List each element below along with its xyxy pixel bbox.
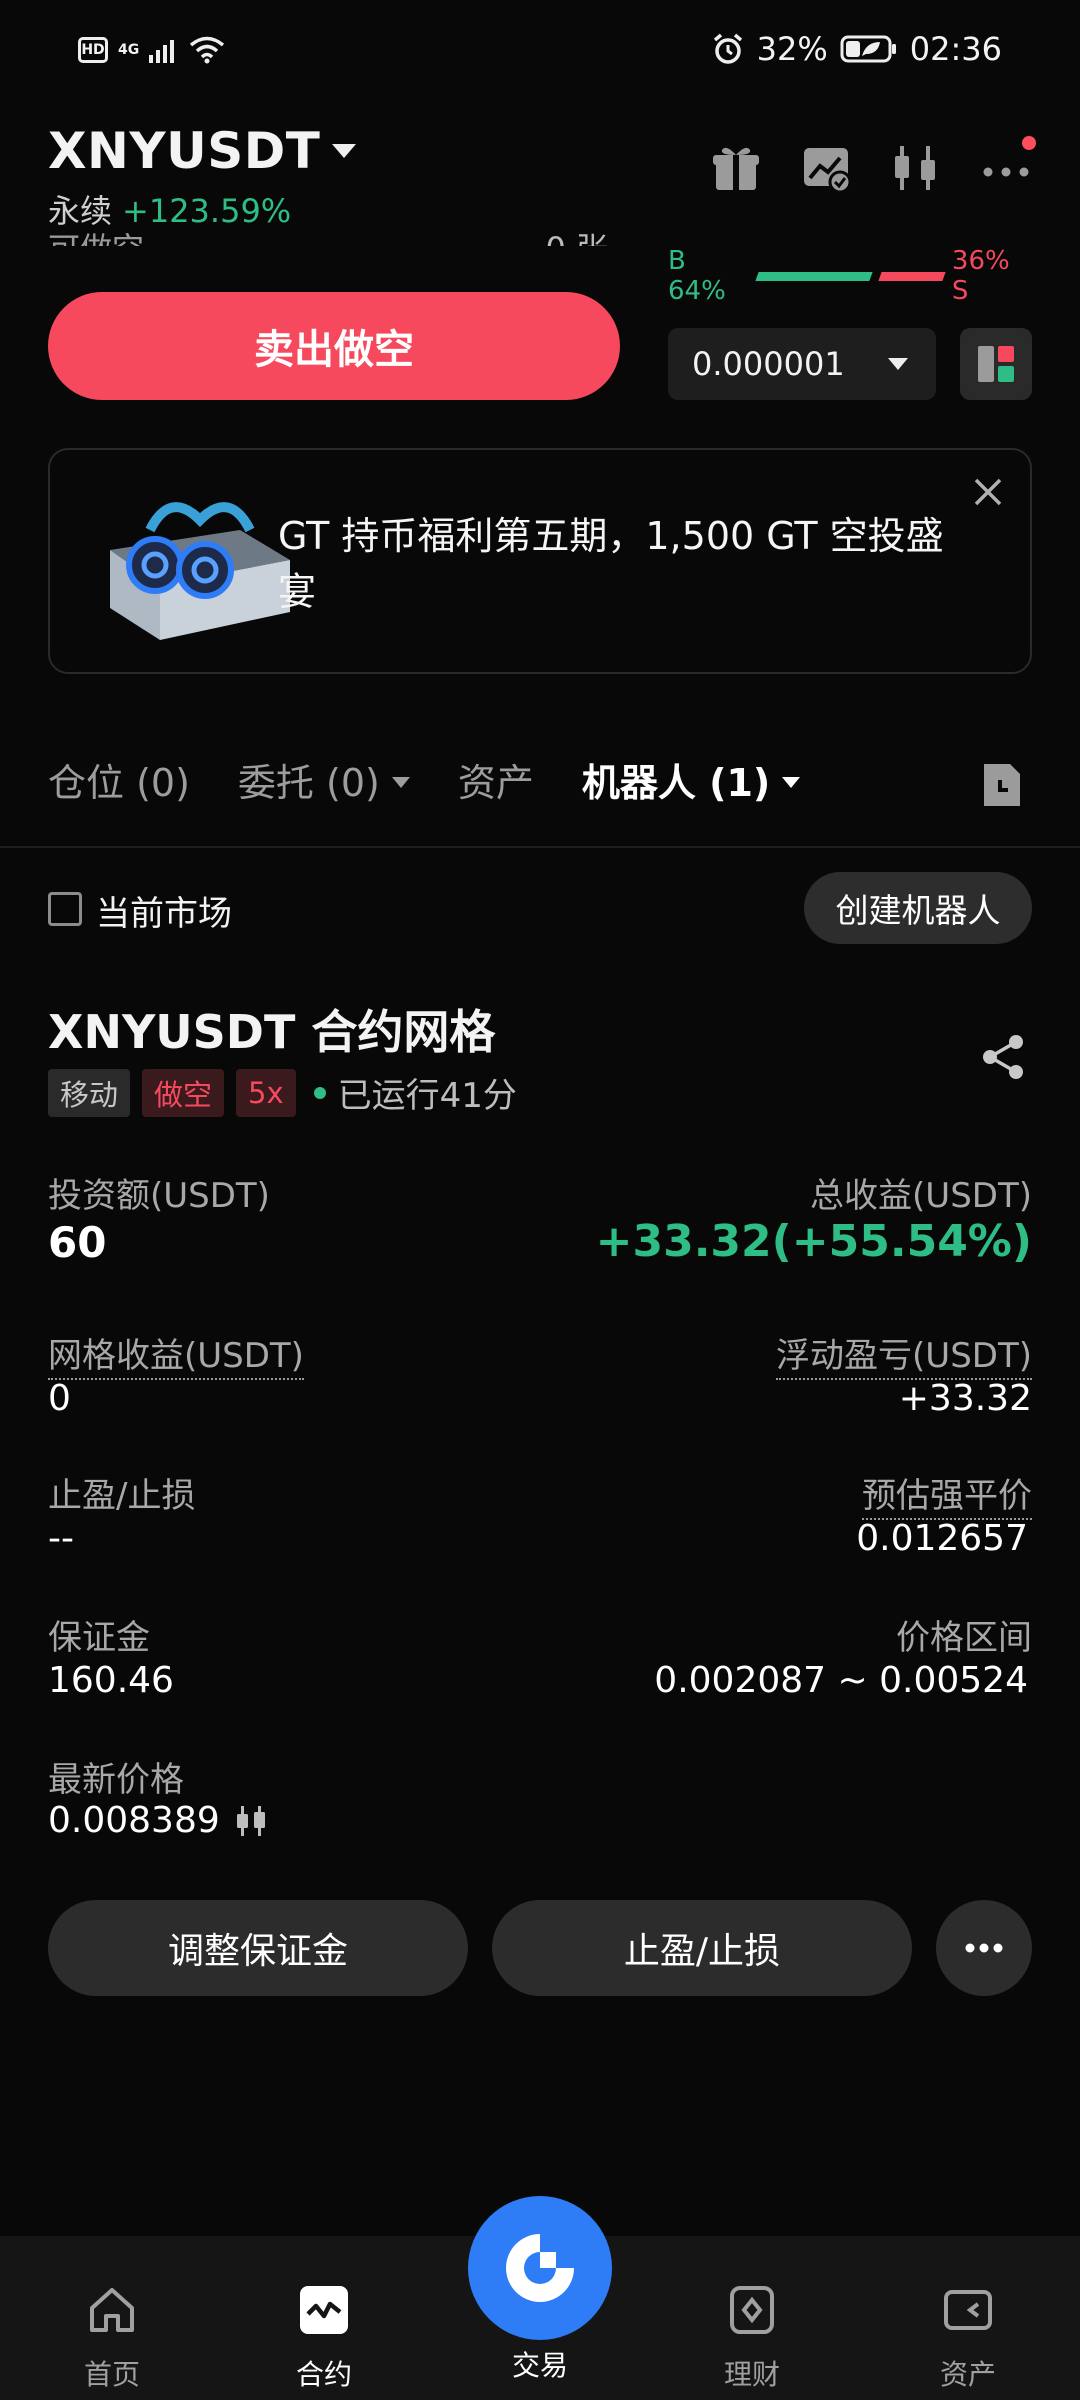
bot-tags: 移动 做空 5x 已运行41分 [48, 1068, 517, 1117]
status-bar: HD 4G 32% 02:36 [0, 0, 1080, 110]
floating-pnl-value: +33.32 [898, 1378, 1032, 1419]
status-right: 32% 02:36 [711, 30, 1002, 68]
candlestick-icon[interactable] [234, 1804, 268, 1838]
available-short-label: 可做空 [48, 230, 144, 246]
notification-dot [1022, 136, 1036, 150]
network-label: 4G [118, 42, 140, 58]
tag-mobile: 移动 [48, 1068, 131, 1117]
more-actions-button[interactable] [936, 1900, 1032, 1996]
current-market-label: 当前市场 [96, 894, 232, 934]
nav-finance[interactable]: 理财 [682, 2284, 822, 2393]
chevron-down-icon [332, 143, 357, 158]
close-icon[interactable] [968, 472, 1008, 512]
pair-name: XNYUSDT [48, 122, 321, 180]
tab-divider [0, 846, 1080, 848]
header-actions [710, 136, 1036, 194]
home-icon [90, 2288, 134, 2332]
nav-futures[interactable]: 合约 [254, 2284, 394, 2393]
wallet-icon [944, 2290, 992, 2330]
tab-bots-label: 机器人 (1) [581, 761, 771, 805]
tab-positions[interactable]: 仓位 (0) [48, 752, 190, 807]
nav-futures-label: 合约 [295, 2358, 352, 2391]
available-short-value: 0 张 [545, 224, 608, 246]
current-market-checkbox[interactable] [48, 892, 82, 926]
battery-icon [840, 35, 896, 63]
create-bot-button[interactable]: 创建机器人 [804, 872, 1032, 944]
tab-orders[interactable]: 委托 (0) [238, 752, 410, 807]
grid-profit-value: 0 [48, 1378, 71, 1419]
nav-finance-label: 理财 [723, 2358, 780, 2391]
status-left: HD 4G [78, 36, 225, 64]
floating-pnl-label[interactable]: 浮动盈亏(USDT) [776, 1336, 1032, 1380]
trade-fab-button[interactable] [468, 2196, 612, 2340]
buy-sell-ratio: B 64% 36% S [668, 246, 1032, 306]
last-price-value: 0.008389 [48, 1800, 220, 1841]
sell-ratio-bar [878, 271, 946, 281]
wifi-icon [190, 36, 225, 64]
precision-value: 0.000001 [692, 345, 845, 383]
futures-icon [300, 2286, 348, 2334]
liq-price-label[interactable]: 预估强平价 [862, 1476, 1032, 1520]
investment-value: 60 [48, 1218, 107, 1267]
tpsl-button[interactable]: 止盈/止损 [492, 1900, 912, 1996]
pair-selector[interactable]: XNYUSDT [48, 122, 357, 180]
available-short-row: 可做空 0 张 [48, 224, 608, 246]
nav-home-label: 首页 [83, 2358, 140, 2391]
investment-label: 投资额(USDT) [48, 1176, 270, 1216]
finance-icon [730, 2286, 774, 2334]
tab-orders-label: 委托 (0) [237, 761, 380, 805]
buy-ratio: B 64% [668, 246, 726, 306]
candlestick-icon[interactable] [890, 142, 942, 194]
total-profit-value: +33.32(+55.54%) [595, 1216, 1032, 1267]
buy-ratio-bar [755, 271, 874, 281]
price-range-value: 0.002087 ~ 0.00524 [654, 1660, 1028, 1701]
margin-value: 160.46 [48, 1660, 174, 1701]
price-precision-select[interactable]: 0.000001 [668, 328, 936, 400]
orderbook-layout-icon [978, 346, 1014, 382]
trade-logo-icon [506, 2234, 574, 2302]
running-time: 已运行41分 [337, 1076, 517, 1116]
total-profit-label: 总收益(USDT) [810, 1176, 1032, 1216]
margin-label: 保证金 [48, 1618, 150, 1658]
nav-assets-label: 资产 [939, 2358, 996, 2391]
nav-home[interactable]: 首页 [42, 2284, 182, 2393]
signal-icon [149, 40, 175, 63]
share-icon[interactable] [978, 1032, 1028, 1082]
liq-price-value: 0.012657 [856, 1518, 1028, 1559]
gift-box-illustration [110, 502, 290, 640]
tag-short: 做空 [142, 1068, 225, 1117]
orderbook-layout-button[interactable] [960, 328, 1032, 400]
tab-bots[interactable]: 机器人 (1) [581, 752, 801, 807]
bot-title: XNYUSDT 合约网格 [48, 1005, 496, 1059]
nav-trade-label: 交易 [511, 2349, 568, 2382]
chevron-down-icon [782, 777, 801, 788]
chevron-down-icon [391, 777, 410, 788]
promo-banner[interactable]: GT 持币福利第五期，1,500 GT 空投盛宴 [48, 448, 1032, 674]
hd-badge: HD [78, 37, 108, 63]
tpsl-label: 止盈/止损 [48, 1476, 196, 1516]
alarm-icon [713, 33, 742, 64]
grid-profit-label[interactable]: 网格收益(USDT) [48, 1336, 304, 1380]
tpsl-value: -- [48, 1518, 74, 1559]
chevron-down-icon [888, 358, 908, 370]
last-price-row: 0.008389 [48, 1800, 268, 1841]
clock: 02:36 [909, 30, 1002, 68]
sell-short-button[interactable]: 卖出做空 [48, 292, 620, 400]
gift-icon[interactable] [710, 142, 762, 194]
battery-percent: 32% [756, 30, 828, 68]
nav-assets[interactable]: 资产 [898, 2284, 1038, 2393]
adjust-margin-button[interactable]: 调整保证金 [48, 1900, 468, 1996]
chart-check-icon[interactable] [800, 142, 852, 194]
position-tabs: 仓位 (0) 委托 (0) 资产 机器人 (1) [48, 752, 801, 807]
more-dots-icon [965, 1943, 1003, 1953]
promo-text: GT 持币福利第五期，1,500 GT 空投盛宴 [278, 514, 944, 614]
history-doc-icon[interactable] [980, 760, 1024, 810]
running-status-dot [313, 1086, 326, 1099]
last-price-label: 最新价格 [48, 1760, 184, 1800]
sell-ratio: 36% S [951, 246, 1010, 306]
price-range-label: 价格区间 [896, 1618, 1032, 1658]
tag-leverage: 5x [236, 1068, 296, 1117]
tab-assets[interactable]: 资产 [458, 752, 534, 807]
more-dots-icon[interactable] [980, 136, 1036, 194]
